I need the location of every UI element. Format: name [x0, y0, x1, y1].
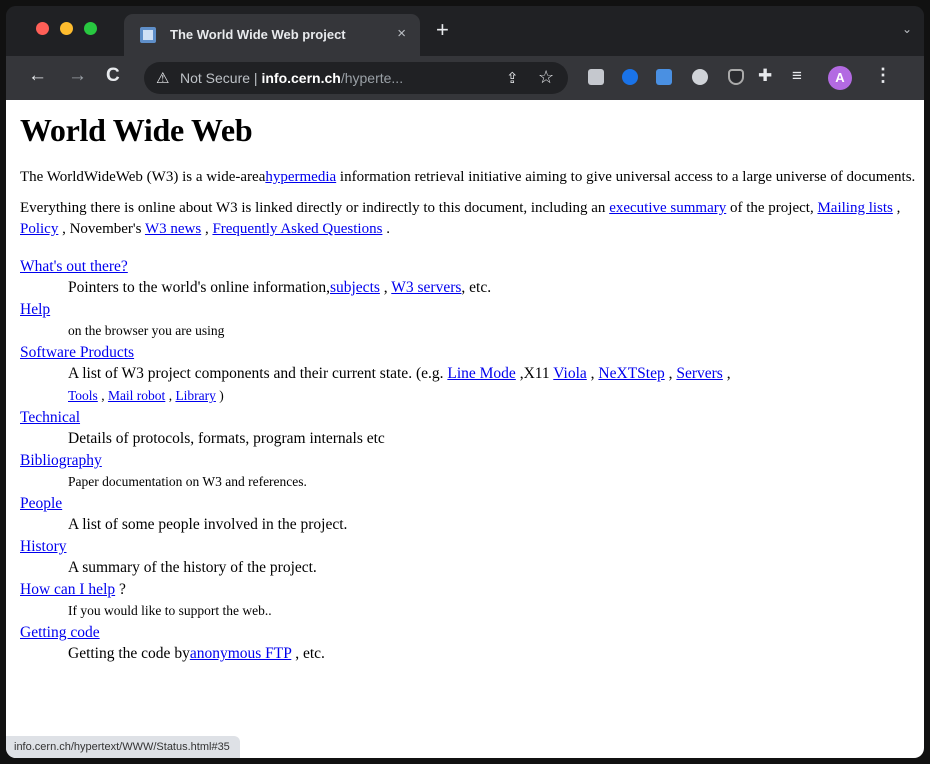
history-link[interactable]: History — [20, 538, 67, 555]
whats-out-there-desc: Pointers to the world's online informati… — [68, 277, 920, 299]
close-window-button[interactable] — [36, 22, 49, 35]
mail-robot-link[interactable]: Mail robot — [108, 388, 165, 403]
url-host: info.cern.ch — [261, 70, 341, 86]
active-tab[interactable]: The World Wide Web project × — [124, 14, 420, 56]
how-can-i-help-suffix: ? — [115, 581, 126, 598]
w3-servers-link[interactable]: W3 servers — [391, 279, 461, 296]
how-can-i-help-link[interactable]: How can I help — [20, 581, 115, 598]
maximize-window-button[interactable] — [84, 22, 97, 35]
technical-link[interactable]: Technical — [20, 409, 80, 426]
profile-avatar[interactable]: A — [828, 66, 852, 90]
desc-text: Pointers to the world's online informati… — [68, 279, 330, 296]
page-title: World Wide Web — [20, 112, 253, 148]
share-icon[interactable]: ⇪ — [506, 69, 519, 87]
reload-icon[interactable]: C — [106, 66, 120, 86]
web-page: World Wide Web The WorldWideWeb (W3) is … — [6, 100, 924, 758]
executive-summary-link[interactable]: executive summary — [609, 200, 726, 216]
intro-text: information retrieval initiative aiming … — [336, 169, 916, 185]
tools-link[interactable]: Tools — [68, 388, 98, 403]
desc-text: , — [379, 279, 392, 296]
not-secure-label: Not Secure — [180, 70, 251, 86]
policy-link[interactable]: Policy — [20, 221, 58, 237]
nextstep-link[interactable]: NeXTStep — [598, 365, 664, 382]
overview-text: of the project, — [726, 200, 818, 216]
mailing-lists-link[interactable]: Mailing lists — [817, 200, 892, 216]
url-path: /hyperte... — [340, 70, 404, 86]
desc-text: , — [586, 365, 599, 382]
address-bar[interactable]: ⚠ Not Secure | info.cern.ch/hyperte... ⇪… — [144, 62, 568, 94]
viola-link[interactable]: Viola — [553, 365, 587, 382]
help-desc: on the browser you are using — [68, 323, 225, 338]
menu-dots-icon[interactable]: ⋮ — [874, 65, 892, 86]
tab-title: The World Wide Web project — [170, 27, 346, 42]
browser-toolbar: ← → C ⚠ Not Secure | info.cern.ch/hypert… — [6, 56, 924, 100]
technical-desc: Details of protocols, formats, program i… — [68, 430, 385, 447]
help-link[interactable]: Help — [20, 301, 50, 318]
page-favicon-icon — [140, 27, 156, 43]
extension-icon[interactable] — [656, 69, 672, 85]
desc-text: , — [664, 365, 677, 382]
bibliography-desc: Paper documentation on W3 and references… — [68, 474, 307, 489]
forward-arrow-icon[interactable]: → — [68, 66, 87, 86]
tab-search-chevron-icon[interactable]: ⌄ — [902, 22, 912, 36]
topics-list: What's out there? Pointers to the world'… — [20, 256, 920, 665]
desc-text: , — [722, 365, 731, 382]
extension-icon[interactable] — [622, 69, 638, 85]
warning-triangle-icon[interactable]: ⚠ — [156, 69, 169, 87]
overview-text: . — [382, 221, 390, 237]
faq-link[interactable]: Frequently Asked Questions — [212, 221, 382, 237]
subjects-link[interactable]: subjects — [330, 279, 380, 296]
history-desc: A summary of the history of the project. — [68, 559, 317, 576]
servers-link[interactable]: Servers — [676, 365, 723, 382]
browser-window: The World Wide Web project × + ⌄ ← → C ⚠… — [6, 6, 924, 758]
people-desc: A list of some people involved in the pr… — [68, 516, 348, 533]
back-arrow-icon[interactable]: ← — [28, 66, 47, 86]
software-products-link[interactable]: Software Products — [20, 344, 134, 361]
media-playlist-icon[interactable]: ≡ — [792, 66, 802, 86]
status-bar-url: info.cern.ch/hypertext/WWW/Status.html#3… — [6, 736, 240, 758]
desc-text: Getting the code by — [68, 645, 190, 662]
minimize-window-button[interactable] — [60, 22, 73, 35]
desc-text: , etc. — [461, 279, 492, 296]
getting-code-link[interactable]: Getting code — [20, 624, 100, 641]
bookmark-star-icon[interactable]: ☆ — [538, 67, 554, 88]
overview-text: , November's — [58, 221, 145, 237]
tab-close-icon[interactable]: × — [397, 25, 406, 42]
new-tab-button[interactable]: + — [436, 19, 449, 41]
hypermedia-link[interactable]: hypermedia — [265, 169, 336, 185]
overview-text: Everything there is online about W3 is l… — [20, 200, 610, 216]
bibliography-link[interactable]: Bibliography — [20, 452, 102, 469]
library-link[interactable]: Library — [175, 388, 215, 403]
desc-text: ,X11 — [515, 365, 554, 382]
overview-text: , — [201, 221, 213, 237]
desc-text: , — [165, 388, 176, 403]
tab-bar: The World Wide Web project × + ⌄ — [6, 6, 924, 56]
whats-out-there-link[interactable]: What's out there? — [20, 258, 128, 275]
extension-icon[interactable] — [692, 69, 708, 85]
getting-code-desc: Getting the code byanonymous FTP , etc. — [68, 643, 920, 665]
url-separator: | — [250, 70, 262, 86]
how-can-i-help-desc: If you would like to support the web.. — [68, 603, 272, 618]
shield-extension-icon[interactable] — [728, 69, 744, 85]
desc-text: ) — [215, 388, 224, 403]
extension-icon[interactable] — [588, 69, 604, 85]
w3-news-link[interactable]: W3 news — [145, 221, 201, 237]
extensions-puzzle-icon[interactable]: ✚ — [758, 66, 772, 86]
overview-text: , — [892, 200, 901, 216]
people-link[interactable]: People — [20, 495, 62, 512]
desc-text: , etc. — [291, 645, 325, 662]
line-mode-link[interactable]: Line Mode — [447, 365, 515, 382]
desc-text: , — [97, 388, 108, 403]
url-text[interactable]: Not Secure | info.cern.ch/hyperte... — [180, 70, 510, 86]
anonymous-ftp-link[interactable]: anonymous FTP — [190, 645, 291, 662]
software-products-desc: A list of W3 project components and thei… — [68, 363, 920, 407]
overview-paragraph: Everything there is online about W3 is l… — [20, 198, 920, 240]
intro-text: The WorldWideWeb (W3) is a wide-area — [20, 169, 266, 185]
intro-paragraph: The WorldWideWeb (W3) is a wide-areahype… — [20, 167, 920, 188]
desc-text: A list of W3 project components and thei… — [68, 365, 448, 382]
